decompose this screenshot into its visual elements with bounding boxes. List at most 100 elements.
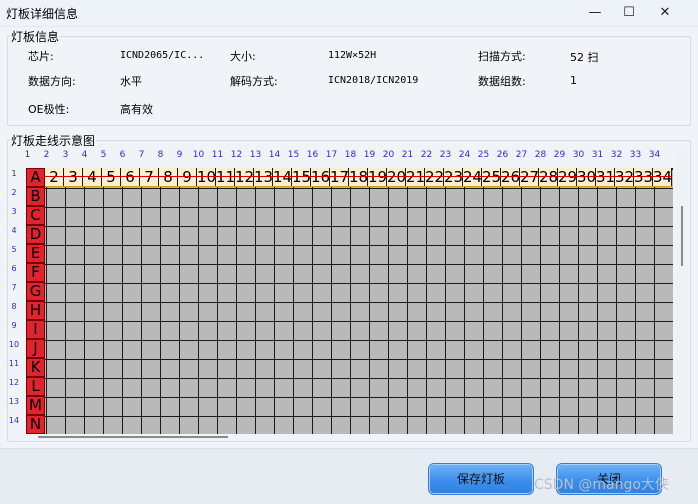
header-cell: 19 [368,168,388,186]
groups-value: 1 [570,74,577,87]
row-number: 2 [11,188,17,197]
groups-label: 数据组数: [478,75,526,88]
header-cell: 6 [121,168,140,186]
decode-value: ICN2018/ICN2019 [328,75,419,86]
header-cell: 17 [330,168,350,186]
column-number: 16 [306,150,319,160]
header-cell: 27 [520,168,540,186]
header-cell: 32 [615,168,635,186]
wiring-line [36,176,672,177]
direction-label: 数据方向: [28,75,76,88]
oe-value: 高有效 [120,103,153,116]
column-number: 9 [176,150,183,160]
header-cell: 10 [197,168,217,186]
row-number: 14 [8,416,20,425]
column-number: 28 [534,150,547,160]
row-letter-cell: K [26,358,45,377]
header-cell: 34 [653,168,673,186]
header-cell: 2 [45,168,64,186]
row-letter-cell: C [26,206,45,225]
header-cell: 31 [596,168,616,186]
column-number: 26 [496,150,509,160]
column-number: 29 [553,150,566,160]
decode-label: 解码方式: [230,75,278,88]
save-board-button[interactable]: 保存灯板 [428,463,534,495]
column-number: 34 [648,150,661,160]
header-cell: 21 [406,168,426,186]
row-letter-cell: M [26,396,45,415]
info-group-label: 灯板信息 [10,28,61,45]
header-cell: 29 [558,168,578,186]
column-number: 21 [401,150,414,160]
vertical-scroll-thumb[interactable] [681,206,683,266]
row-number: 6 [11,264,17,273]
header-cell: 25 [482,168,502,186]
column-number: 10 [192,150,205,160]
row-letter-cell: A [26,168,45,187]
chip-value: ICND2065/IC... [120,50,205,61]
header-cell: 26 [501,168,521,186]
column-number: 1 [24,150,31,160]
column-number: 31 [591,150,604,160]
column-number: 17 [325,150,338,160]
row-letter-cell: L [26,377,45,396]
row-letter-cell: B [26,187,45,206]
row-letter-cell: F [26,263,45,282]
column-number: 27 [515,150,528,160]
wiring-diagram[interactable]: 2 3 4 5 6 7 8 9 10 11 12 13 14 15 16 17 18 19 20 21 22 23 24 25… [8,146,682,434]
row-number: 12 [8,378,20,387]
grid-cells [26,168,673,434]
title-bar: 灯板详细信息 — ☐ ✕ [0,0,698,27]
column-number: 33 [629,150,642,160]
maximize-icon[interactable]: ☐ [612,0,646,26]
row-letter-cell: N [26,415,45,434]
column-number: 24 [458,150,471,160]
header-cell: 8 [159,168,178,186]
size-label: 大小: [230,50,256,63]
row-number: 3 [11,207,17,216]
header-cell: 28 [539,168,559,186]
row-number: 1 [11,169,17,178]
column-number: 5 [100,150,107,160]
column-number: 14 [268,150,281,160]
header-cell: 11 [216,168,236,186]
scan-label: 扫描方式: [478,50,526,63]
row-number: 8 [11,302,17,311]
column-number: 25 [477,150,490,160]
header-cell: 15 [292,168,312,186]
header-cell: 7 [140,168,159,186]
header-cell: 33 [634,168,654,186]
row-number: 9 [11,321,17,330]
row-letter-cell: J [26,339,45,358]
column-number: 3 [62,150,69,160]
header-cell: 22 [425,168,445,186]
header-cell: 30 [577,168,597,186]
column-number: 8 [157,150,164,160]
scan-value: 52 扫 [570,51,599,64]
row-letter-cell: H [26,301,45,320]
row-number: 4 [11,226,17,235]
watermark: CSDN @mango大侠 [534,477,669,493]
column-number: 6 [119,150,126,160]
minimize-icon[interactable]: — [578,0,612,26]
column-number: 7 [138,150,145,160]
column-number: 30 [572,150,585,160]
chip-label: 芯片: [28,50,54,63]
row-number: 7 [11,283,17,292]
column-number: 32 [610,150,623,160]
header-cell: 20 [387,168,407,186]
header-cell: 9 [178,168,197,186]
header-row: 2 3 4 5 6 7 8 9 10 11 12 13 14 15 16 17 18 19 20 21 22 23 24 25… [26,168,672,187]
column-number: 20 [382,150,395,160]
direction-value: 水平 [120,75,142,88]
oe-label: OE极性: [28,103,70,116]
horizontal-scroll-thumb[interactable] [38,436,228,438]
header-cell: 16 [311,168,331,186]
column-number: 23 [439,150,452,160]
vertical-scrollbar[interactable] [676,146,688,434]
header-cell: 14 [273,168,293,186]
row-letter-cell: E [26,244,45,263]
column-number: 18 [344,150,357,160]
close-icon[interactable]: ✕ [648,0,682,26]
size-value: 112W×52H [328,50,377,61]
